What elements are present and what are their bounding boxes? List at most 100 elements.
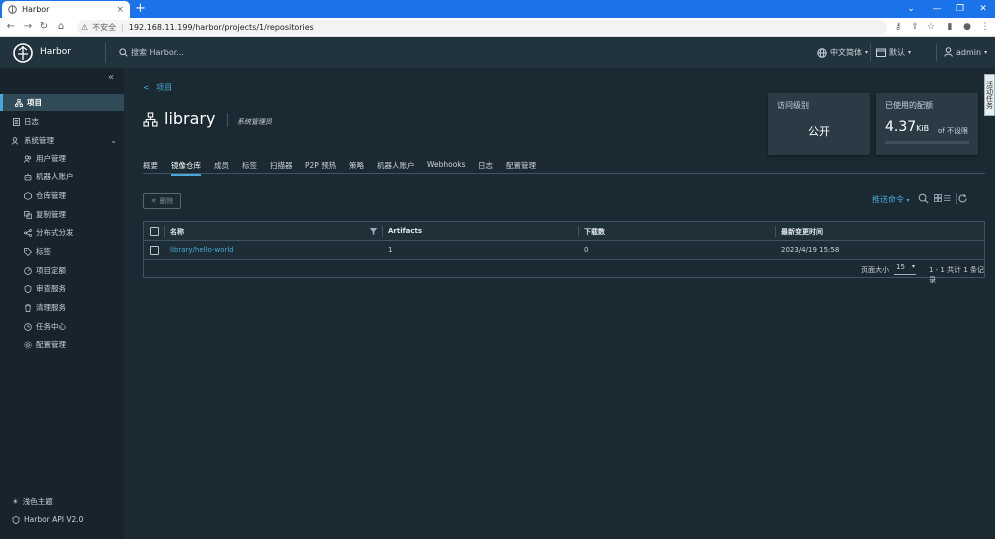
reload-icon[interactable]: ↻ bbox=[38, 21, 50, 33]
tab-webhooks[interactable]: Webhooks bbox=[427, 160, 466, 169]
filter-icon[interactable] bbox=[369, 227, 378, 236]
sidebar-item-robot-accounts[interactable]: 机器人账户 bbox=[0, 168, 124, 185]
back-icon[interactable]: ← bbox=[5, 21, 17, 33]
back-to-projects-link[interactable]: < 项目 bbox=[143, 82, 172, 93]
page-size-select[interactable]: 15 ▾ bbox=[894, 263, 916, 275]
tab-configuration[interactable]: 配置管理 bbox=[506, 160, 536, 171]
global-search[interactable]: 搜索 Harbor... bbox=[119, 47, 184, 58]
new-tab-button[interactable]: + bbox=[135, 1, 146, 17]
table-row[interactable]: library/hello-world 1 0 2023/4/19 15:58 bbox=[144, 241, 984, 260]
share-icon[interactable]: ⇪ bbox=[909, 21, 921, 33]
sidebar-item-administration[interactable]: 系统管理 ⌄ bbox=[0, 132, 124, 149]
restore-icon[interactable]: ❐ bbox=[948, 0, 972, 18]
url-text: 192.168.11.199/harbor/projects/1/reposit… bbox=[128, 23, 314, 32]
sidebar-item-clean-up[interactable]: 清理服务 bbox=[0, 299, 124, 316]
table-header-row: 名称 Artifacts 下载数 最新变更时间 bbox=[144, 222, 984, 241]
project-role: 系统管理员 bbox=[237, 118, 272, 126]
delete-button[interactable]: ✕ 删除 bbox=[143, 193, 181, 209]
browser-tab-bar: Harbor × + ⌄ — ❐ ✕ bbox=[0, 0, 995, 18]
harbor-logo-icon[interactable] bbox=[13, 43, 33, 63]
header-divider-3 bbox=[936, 44, 937, 61]
tab-summary[interactable]: 概要 bbox=[143, 160, 158, 171]
column-header-pulls[interactable]: 下载数 bbox=[584, 227, 605, 237]
sidebar-item-label: 清理服务 bbox=[36, 303, 66, 312]
minimize-icon[interactable]: — bbox=[925, 0, 949, 18]
project-icon bbox=[143, 112, 158, 127]
brand-name[interactable]: Harbor bbox=[40, 47, 71, 57]
header-divider-2 bbox=[870, 44, 871, 61]
close-tab-icon[interactable]: × bbox=[116, 5, 124, 15]
tab-search-icon[interactable]: ⌄ bbox=[899, 0, 923, 18]
sidebar-item-interrogation-services[interactable]: 审查服务 bbox=[0, 280, 124, 297]
tab-members[interactable]: 成员 bbox=[214, 160, 229, 171]
datetime-format-switcher[interactable]: 默认 ▾ bbox=[876, 47, 911, 58]
push-command-dropdown[interactable]: 推送命令 ▾ bbox=[872, 194, 910, 205]
repository-name-link[interactable]: library/hello-world bbox=[170, 246, 234, 254]
tab-policy[interactable]: 策略 bbox=[349, 160, 364, 171]
share-nodes-icon bbox=[24, 228, 32, 237]
active-tasks-side-tab[interactable]: 活动任务 bbox=[984, 74, 995, 116]
user-menu[interactable]: admin ▾ bbox=[944, 47, 987, 57]
dashboard-icon bbox=[24, 322, 32, 331]
browser-tab[interactable]: Harbor × bbox=[2, 1, 130, 18]
sidebar-item-label: 分布式分发 bbox=[36, 228, 74, 237]
quota-limit: of 不设限 bbox=[938, 127, 968, 135]
tab-labels[interactable]: 标签 bbox=[242, 160, 257, 171]
registry-icon bbox=[24, 191, 32, 200]
column-header-name[interactable]: 名称 bbox=[170, 227, 184, 237]
home-icon[interactable]: ⌂ bbox=[55, 21, 67, 33]
sidebar-item-logs[interactable]: 日志 bbox=[0, 113, 124, 130]
tab-logs[interactable]: 日志 bbox=[478, 160, 493, 171]
quota-title: 已使用的配额 bbox=[885, 101, 933, 110]
sidebar-item-label: 机器人账户 bbox=[36, 172, 74, 181]
chevron-down-icon: ▾ bbox=[911, 263, 915, 270]
column-header-artifacts[interactable]: Artifacts bbox=[388, 227, 422, 235]
quota-unit: KiB bbox=[916, 124, 930, 133]
tab-p2p-preheat[interactable]: P2P 预热 bbox=[305, 160, 336, 171]
tab-robot-accounts[interactable]: 机器人账户 bbox=[377, 160, 415, 171]
tab-scanner[interactable]: 扫描器 bbox=[270, 160, 293, 171]
sidebar-item-label: 仓库管理 bbox=[36, 191, 66, 200]
sidebar-item-project-quotas[interactable]: 项目定额 bbox=[0, 262, 124, 279]
globe-icon bbox=[817, 47, 827, 58]
search-icon[interactable] bbox=[918, 193, 929, 204]
delete-label: 删除 bbox=[159, 197, 174, 205]
sidebar-item-projects[interactable]: 项目 bbox=[0, 94, 124, 111]
column-divider bbox=[775, 226, 776, 237]
column-header-update-time[interactable]: 最新变更时间 bbox=[781, 227, 823, 237]
sidebar-item-users[interactable]: 用户管理 bbox=[0, 150, 124, 167]
sidebar-item-labels[interactable]: 标签 bbox=[0, 243, 124, 260]
forward-icon[interactable]: → bbox=[22, 21, 34, 33]
sidebar-item-replications[interactable]: 复制管理 bbox=[0, 206, 124, 223]
chevron-left-icon: < bbox=[143, 83, 150, 92]
repositories-table: 名称 Artifacts 下载数 最新变更时间 library/hello-wo… bbox=[143, 221, 985, 284]
api-icon bbox=[12, 515, 20, 524]
sidebar-item-distributions[interactable]: 分布式分发 bbox=[0, 224, 124, 241]
profile-icon[interactable]: ● bbox=[961, 21, 973, 33]
star-icon[interactable]: ☆ bbox=[925, 21, 937, 33]
sidepanel-icon[interactable]: ▮ bbox=[944, 21, 956, 33]
key-icon[interactable]: ⚷ bbox=[892, 21, 904, 33]
menu-icon[interactable]: ⋮ bbox=[979, 21, 991, 33]
sidebar-item-configuration[interactable]: 配置管理 bbox=[0, 336, 124, 353]
collapse-sidebar-icon[interactable]: « bbox=[108, 72, 114, 83]
sidebar-item-label: 配置管理 bbox=[36, 340, 66, 349]
update-time: 2023/4/19 15:58 bbox=[781, 246, 840, 254]
close-window-icon[interactable]: ✕ bbox=[971, 0, 995, 18]
row-checkbox[interactable] bbox=[150, 246, 159, 255]
chevron-down-icon: ▾ bbox=[908, 49, 912, 56]
language-switcher[interactable]: 中文简体 ▾ bbox=[817, 47, 868, 58]
theme-toggle[interactable]: ☀ 浅色主题 bbox=[12, 496, 53, 507]
url-field[interactable]: ⚠ 不安全 | 192.168.11.199/harbor/projects/1… bbox=[77, 20, 887, 35]
page-size-value: 15 bbox=[896, 263, 905, 271]
select-all-checkbox[interactable] bbox=[150, 227, 159, 236]
view-toggle-icon[interactable] bbox=[934, 193, 951, 204]
back-label: 项目 bbox=[156, 83, 173, 92]
api-explorer-link[interactable]: Harbor API V2.0 bbox=[12, 515, 83, 524]
tab-repositories[interactable]: 镜像仓库 bbox=[171, 160, 201, 176]
project-title-divider bbox=[227, 113, 228, 127]
refresh-icon[interactable] bbox=[957, 193, 968, 204]
sidebar-item-registries[interactable]: 仓库管理 bbox=[0, 187, 124, 204]
sidebar-item-job-service[interactable]: 任务中心 bbox=[0, 318, 124, 335]
trash-icon bbox=[24, 303, 32, 312]
